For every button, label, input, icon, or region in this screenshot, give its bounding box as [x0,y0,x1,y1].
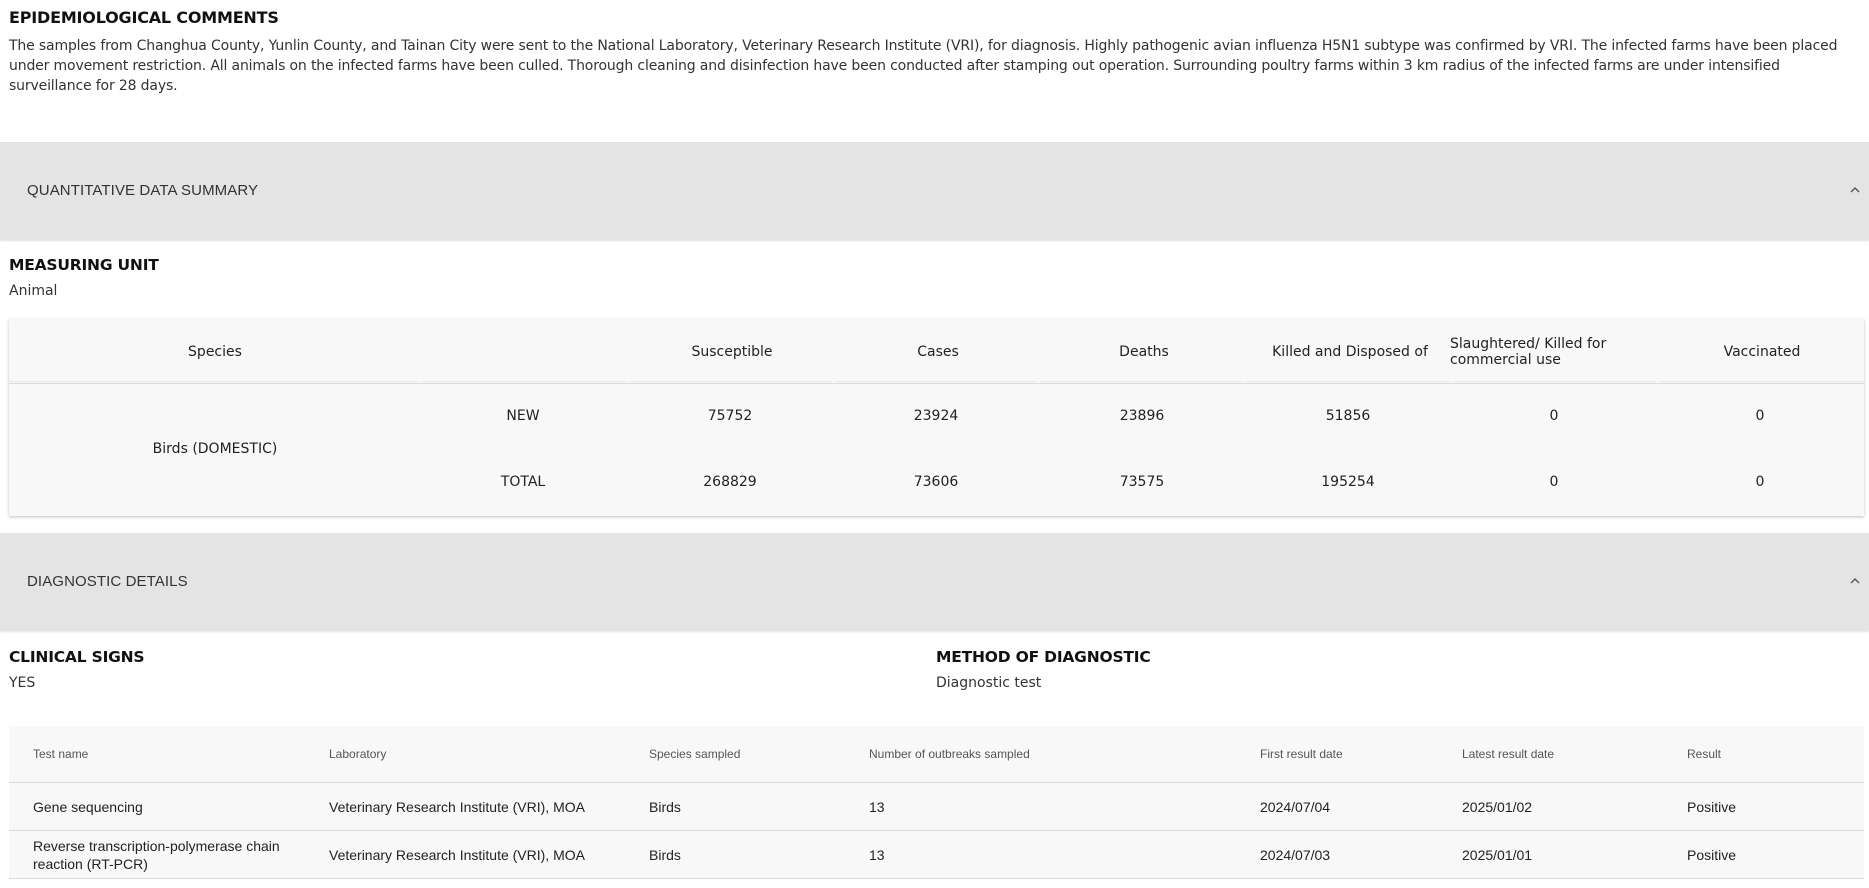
row-new-label: NEW [506,408,540,424]
header-susceptible: Susceptible [691,343,773,360]
row-total-killed: 195254 [1321,474,1375,490]
cell-first-result-date: 2024/07/04 [1260,798,1331,815]
header-divider [1041,381,1243,382]
row-new-susceptible: 75752 [707,408,753,424]
header-vaccinated: Vaccinated [1723,343,1801,360]
epidemiological-comments: EPIDEMIOLOGICAL COMMENTS The samples fro… [9,8,1861,96]
method-of-diagnostic-value: Diagnostic test [936,675,1042,691]
row-total-cases: 73606 [913,474,959,490]
cell-latest-result-date: 2025/01/01 [1462,846,1533,863]
table-row: Reverse transcription-polymerase chain r… [9,831,1864,879]
row-new-deaths: 23896 [1119,408,1165,424]
header-first-result-date: First result date [1260,747,1343,761]
measuring-unit-heading: MEASURING UNIT [9,256,159,274]
row-total-slaughtered: 0 [1549,474,1559,490]
diagnostic-table-header: Test name Laboratory Species sampled Num… [9,726,1864,783]
header-slaughtered: Slaughtered/ Killed for commercial use [1450,335,1607,368]
header-divider [835,381,1037,382]
row-new-cases: 23924 [913,408,959,424]
cell-latest-result-date: 2025/01/02 [1462,798,1533,815]
quantitative-table-header: Species Susceptible Cases Deaths Killed … [9,319,1864,384]
epidemiological-text: The samples from Changhua County, Yunlin… [9,38,1838,94]
row-total-susceptible: 268829 [703,474,757,490]
quantitative-summary-accordion[interactable]: QUANTITATIVE DATA SUMMARY [0,142,1869,239]
header-laboratory: Laboratory [329,747,387,761]
clinical-signs-value: YES [9,675,36,691]
species-name: Birds (DOMESTIC) [152,441,278,457]
header-divider [629,381,831,382]
chevron-up-icon[interactable] [1849,184,1861,196]
diagnostic-details-title: DIAGNOSTIC DETAILS [27,573,188,590]
chevron-up-icon[interactable] [1849,575,1861,587]
quantitative-summary-title: QUANTITATIVE DATA SUMMARY [27,182,259,199]
method-of-diagnostic-heading: METHOD OF DIAGNOSTIC [936,648,1151,666]
header-divider [1453,381,1655,382]
header-latest-result-date: Latest result date [1462,747,1555,761]
header-test-name: Test name [33,747,89,761]
header-deaths: Deaths [1119,343,1169,360]
cell-laboratory: Veterinary Research Institute (VRI), MOA [329,846,585,863]
header-divider [1659,381,1864,382]
method-of-diagnostic: METHOD OF DIAGNOSTIC Diagnostic test [936,648,1151,691]
cell-species-sampled: Birds [649,798,681,815]
header-cases: Cases [917,343,959,360]
row-new-killed: 51856 [1325,408,1371,424]
row-new-slaughtered: 0 [1549,408,1559,424]
cell-test-name: Gene sequencing [33,798,143,815]
measuring-unit-value: Animal [9,283,58,299]
header-divider [1247,381,1449,382]
cell-result: Positive [1687,798,1737,815]
row-new-vaccinated: 0 [1755,408,1765,424]
epidemiological-heading: EPIDEMIOLOGICAL COMMENTS [9,8,279,27]
header-result: Result [1687,747,1722,761]
cell-outbreaks-sampled: 13 [869,798,885,815]
diagnostic-table: Test name Laboratory Species sampled Num… [9,726,1864,879]
table-row: Gene sequencing Veterinary Research Inst… [9,783,1864,831]
header-divider [423,381,625,382]
header-species-sampled: Species sampled [649,747,741,761]
cell-laboratory: Veterinary Research Institute (VRI), MOA [329,798,585,815]
cell-species-sampled: Birds [649,846,681,863]
cell-test-name: Reverse transcription-polymerase chain r… [33,837,280,872]
cell-result: Positive [1687,846,1737,863]
cell-outbreaks-sampled: 13 [869,846,885,863]
header-divider [9,381,419,382]
measuring-unit: MEASURING UNIT Animal [9,256,159,299]
row-total-deaths: 73575 [1119,474,1165,490]
header-outbreaks-sampled: Number of outbreaks sampled [869,747,1030,761]
header-species: Species [188,343,242,360]
quantitative-table: Species Susceptible Cases Deaths Killed … [9,319,1864,516]
header-killed: Killed and Disposed of [1272,343,1428,360]
row-total-label: TOTAL [500,474,546,490]
row-total-vaccinated: 0 [1755,474,1765,490]
clinical-signs: CLINICAL SIGNS YES [9,648,145,691]
cell-first-result-date: 2024/07/03 [1260,846,1331,863]
diagnostic-details-accordion[interactable]: DIAGNOSTIC DETAILS [0,533,1869,630]
clinical-signs-heading: CLINICAL SIGNS [9,648,145,666]
